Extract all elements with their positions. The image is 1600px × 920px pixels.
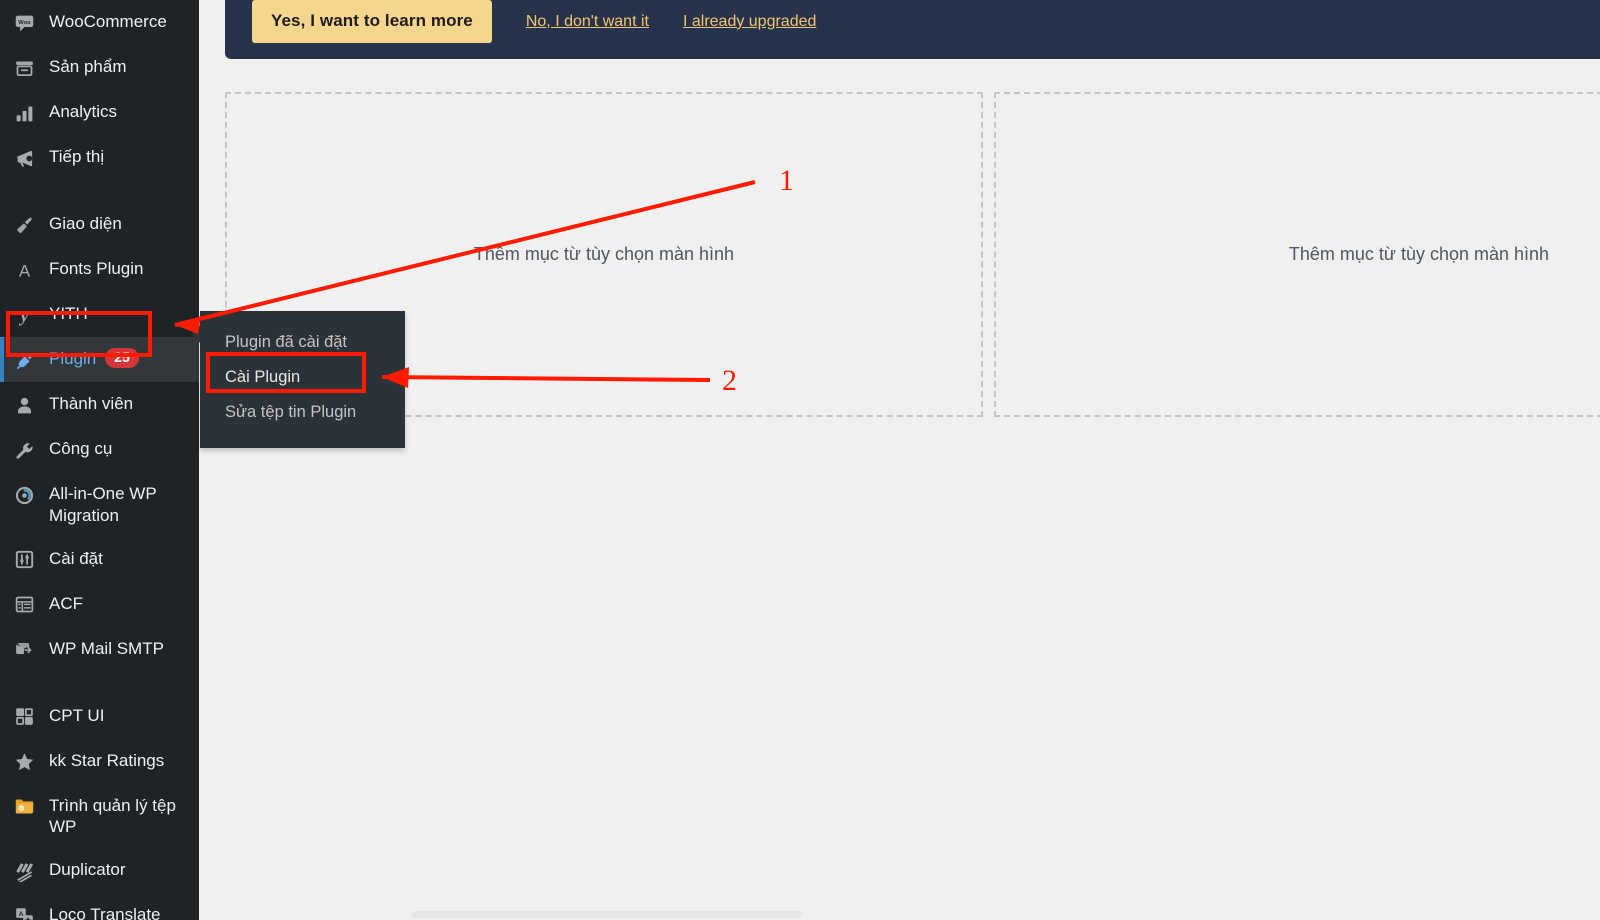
horizontal-scrollbar[interactable] [398,908,1600,920]
sidebar-item-label: Giao diện [49,214,122,233]
sidebar-item-ti-p-th[interactable]: Tiếp thị [0,135,199,180]
upgrade-banner: Yes, I want to learn more No, I don't wa… [225,0,1600,59]
loco-translate-icon: A [10,904,38,920]
duplicator-icon [10,859,38,883]
learn-more-button[interactable]: Yes, I want to learn more [252,0,492,43]
svg-text:Woo: Woo [18,19,31,25]
woocommerce-icon: Woo [10,11,38,35]
already-upgraded-link[interactable]: I already upgraded [683,13,816,31]
user-icon [10,393,38,417]
sidebar-item-label: Duplicator [49,860,126,879]
paintbrush-icon [10,213,38,237]
megaphone-icon [10,146,38,170]
sidebar-item-label: Cài đặt [49,548,103,568]
sidebar-item-analytics[interactable]: Analytics [0,90,199,135]
sidebar-item-kk-star-ratings[interactable]: kk Star Ratings [0,739,199,784]
sidebar-item-label: Công cụ [49,439,113,458]
dashboard-metabox-right: Thêm mục từ tùy chọn màn hình [994,92,1600,417]
sidebar-item-cpt-ui[interactable]: CPT UI [0,694,199,739]
sidebar-item-label: WP Mail SMTP [49,638,164,658]
migration-circle-icon [10,483,38,507]
sidebar-item-label: Loco Translate [49,905,161,920]
four-squares-icon [10,705,38,729]
submenu-item-s-a-t-p-tin-plugin[interactable]: Sửa tệp tin Plugin [200,395,405,430]
sidebar-item-label: kk Star Ratings [49,750,165,770]
sliders-icon [10,548,38,572]
sidebar-item-s-n-ph-m[interactable]: Sản phẩm [0,45,199,90]
sidebar-item-label: Trình quản lý tệp WP [49,795,176,837]
letter-a-icon: A [10,258,38,282]
sidebar-item-label: YITH [49,304,88,323]
folder-wp-icon: W [10,795,38,819]
sidebar-item-plugin[interactable]: Plugin 25 [0,337,199,382]
submenu-item-plugin-c-i-t[interactable]: Plugin đã cài đặt [200,325,405,360]
products-box-icon [10,56,38,80]
submenu-item-c-i-plugin[interactable]: Cài Plugin [200,360,405,395]
wrench-icon [10,438,38,462]
plugin-submenu: Plugin đã cài đặt Cài Plugin Sửa tệp tin P… [192,311,405,448]
grid-table-icon [10,593,38,617]
sidebar-item-c-i-t[interactable]: Cài đặt [0,537,199,582]
metabox-right-placeholder: Thêm mục từ tùy chọn màn hình [1288,244,1550,264]
sidebar-item-label: Analytics [49,102,118,121]
sidebar-item-woocommerce[interactable]: Woo WooCommerce [0,0,199,45]
sidebar-item-giao-di-n[interactable]: Giao diện [0,202,199,247]
bar-chart-icon [10,101,38,125]
sidebar-item-wp-mail-smtp[interactable]: WP Mail SMTP [0,627,199,672]
sidebar-item-acf[interactable]: ACF [0,582,199,627]
sidebar-item-label: Sản phẩm [49,57,127,76]
metabox-left-placeholder: Thêm mục từ tùy chọn màn hình [473,244,735,264]
svg-text:A: A [18,261,30,280]
sidebar-item-label: Tiếp thị [49,147,105,166]
sidebar-item-duplicator[interactable]: Duplicator [0,848,199,893]
decline-link[interactable]: No, I don't want it [526,13,649,31]
sidebar-item-label: ACF [49,593,83,613]
plugin-update-count-badge: 25 [105,348,139,369]
sidebar-item-th-nh-vi-n[interactable]: Thành viên [0,382,199,427]
sidebar-item-label: WooCommerce [49,12,167,31]
scrollbar-thumb[interactable] [412,911,802,918]
sidebar-item-label: All-in-One WP Migration [49,484,157,525]
sidebar-item-all-in-one-wp-migration[interactable]: All-in-One WP Migration [0,472,199,537]
screen: Woo WooCommerce Sản phẩm Analytics Tiếp thị G… [0,0,1600,920]
sidebar-item-fonts-plugin[interactable]: A Fonts Plugin [0,247,199,292]
sidebar-item-label: Thành viên [49,394,134,413]
svg-text:y: y [18,305,28,325]
svg-text:A: A [18,910,23,917]
sidebar-item-loco-translate[interactable]: A Loco Translate [0,893,199,920]
banner-actions: Yes, I want to learn more No, I don't wa… [252,0,816,43]
sidebar-item-label: Plugin 25 [49,347,191,370]
admin-content-area: Thêm mục từ tùy chọn màn hình Thêm mục t… [199,0,1600,920]
yith-y-icon: y [10,303,38,327]
star-icon [10,750,38,774]
mail-arrow-icon [10,638,38,662]
plug-icon [10,348,38,372]
sidebar-item-label: Fonts Plugin [49,259,144,278]
admin-sidebar: Woo WooCommerce Sản phẩm Analytics Tiếp thị G… [0,0,199,920]
sidebar-item-label: CPT UI [49,705,105,725]
sidebar-item-c-ng-c[interactable]: Công cụ [0,427,199,472]
sidebar-item-yith[interactable]: y YITH [0,292,199,337]
sidebar-item-tr-nh-qu-n-l-t-p-wp[interactable]: W Trình quản lý tệp WP [0,784,199,849]
